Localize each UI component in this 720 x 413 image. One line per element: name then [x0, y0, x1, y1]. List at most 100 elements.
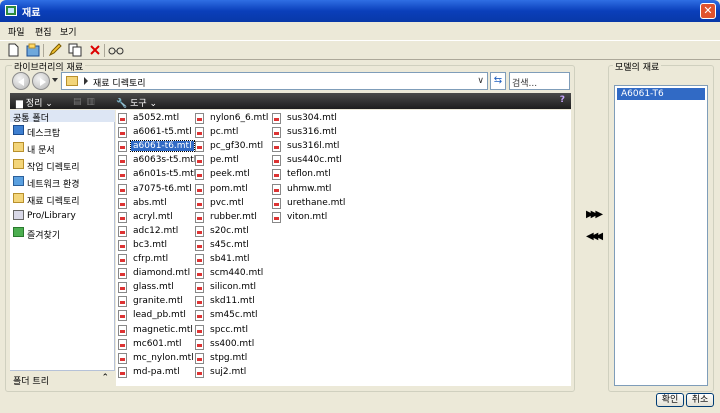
toolbar-separator: [104, 44, 105, 57]
organize-menu[interactable]: ▆ 정리 ⌄: [16, 96, 53, 109]
forward-button[interactable]: [32, 72, 50, 90]
file-name: a6061-t5.mtl: [133, 127, 192, 138]
file-name: lead_pb.mtl: [133, 310, 186, 321]
chevron-down-icon[interactable]: ∨: [477, 76, 484, 86]
menu-edit[interactable]: 편집: [35, 25, 52, 38]
side-item-label: 데스크탑: [27, 129, 61, 139]
file-name: pom.mtl: [210, 183, 248, 194]
mtl-file-icon: [118, 296, 127, 308]
side-item-label: Pro/Library: [27, 211, 76, 221]
file-name: mc601.mtl: [133, 338, 182, 349]
file-name: pc_gf30.mtl: [210, 141, 264, 152]
file-name: s20c.mtl: [210, 225, 249, 236]
breadcrumb-arrow-icon[interactable]: [84, 77, 88, 85]
file-name: glass.mtl: [133, 282, 174, 293]
file-name: abs.mtl: [133, 197, 167, 208]
file-name: stpg.mtl: [210, 352, 248, 363]
command-bar: ▆ 정리 ⌄ ▤ ▥ 🔧 도구 ⌄ ?: [10, 93, 571, 109]
add-to-model-button[interactable]: ▶▶▶: [584, 209, 603, 221]
mtl-file-icon: [272, 113, 281, 124]
mtl-file-icon: [195, 310, 204, 322]
mtl-file-icon: [195, 183, 204, 195]
close-button[interactable]: ✕: [700, 3, 716, 19]
file-name: urethane.mtl: [287, 197, 346, 208]
file-name: teflon.mtl: [287, 169, 331, 180]
glasses-icon[interactable]: [108, 43, 124, 57]
ok-button[interactable]: 확인: [656, 393, 684, 407]
remove-from-model-button[interactable]: ◀◀◀: [584, 231, 603, 243]
address-bar[interactable]: 재료 디렉토리 ∨: [61, 72, 488, 90]
side-item-label: 네트워크 환경: [27, 180, 80, 190]
new-icon[interactable]: [6, 43, 20, 57]
copy-icon[interactable]: [68, 43, 82, 57]
menu-file[interactable]: 파일: [8, 25, 25, 38]
mtl-file-icon: [118, 197, 127, 209]
mtl-file-icon: [118, 310, 127, 322]
folder-tree-toggle[interactable]: 폴더 트리 ⌃: [10, 370, 115, 387]
mtl-file-icon: [118, 225, 127, 237]
common-folders-header: 공통 폴더: [10, 110, 115, 124]
history-dropdown-icon[interactable]: [52, 78, 58, 82]
chevron-up-icon[interactable]: ⌃: [101, 373, 109, 383]
model-materials-list[interactable]: A6061-T6: [614, 85, 708, 386]
file-name: spcc.mtl: [210, 324, 248, 335]
file-name: bc3.mtl: [133, 239, 168, 250]
mtl-file-icon: [118, 268, 127, 280]
mtl-file-icon: [118, 155, 127, 167]
file-name: a6n01s-t5.mtl: [133, 169, 197, 180]
help-icon[interactable]: ?: [560, 95, 565, 105]
window-title: 재료: [22, 8, 41, 19]
mtl-file-icon: [118, 239, 127, 251]
views-button[interactable]: ▤ ▥: [73, 97, 96, 107]
library-icon: [13, 210, 24, 220]
mtl-file-icon: [118, 113, 127, 124]
menu-view[interactable]: 보기: [60, 25, 77, 38]
file-name: md-pa.mtl: [133, 366, 180, 377]
mtl-file-icon: [118, 183, 127, 195]
mtl-file-icon: [118, 127, 127, 139]
file-name: a6063s-t5.mtl: [133, 155, 197, 166]
file-name: peek.mtl: [210, 169, 250, 180]
refresh-button[interactable]: ⇆: [490, 72, 506, 90]
back-button[interactable]: [12, 72, 30, 90]
mtl-file-icon: [195, 352, 204, 364]
tools-menu[interactable]: 🔧 도구 ⌄: [116, 96, 157, 109]
side-item-label: 즐겨찾기: [27, 231, 61, 241]
model-groupbox-title: 모델의 재료: [613, 60, 662, 73]
mtl-file-icon: [272, 141, 281, 153]
file-name: s45c.mtl: [210, 239, 249, 250]
mtl-file-icon: [272, 211, 281, 223]
file-name: viton.mtl: [287, 211, 328, 222]
edit-icon[interactable]: [48, 43, 62, 57]
list-item[interactable]: A6061-T6: [617, 88, 705, 100]
file-name: pc.mtl: [210, 127, 239, 138]
file-name: granite.mtl: [133, 296, 183, 307]
mtl-file-icon: [118, 338, 127, 350]
mtl-file-icon: [195, 296, 204, 308]
file-name: suj2.mtl: [210, 366, 247, 377]
mtl-file-icon: [272, 197, 281, 209]
mtl-file-icon: [118, 282, 127, 294]
toolbar-separator: [43, 44, 44, 57]
file-name: ss400.mtl: [210, 338, 255, 349]
side-item-label: 재료 디렉토리: [27, 197, 80, 207]
file-name: sus316.mtl: [287, 127, 337, 138]
mtl-file-icon: [118, 254, 127, 265]
file-name: a7075-t6.mtl: [133, 183, 192, 194]
mtl-file-icon: [195, 141, 204, 153]
app-icon: [5, 5, 17, 16]
menu-bar: 파일 편집 보기: [0, 22, 720, 40]
file-name: acryl.mtl: [133, 211, 173, 222]
mtl-file-icon: [195, 239, 204, 251]
file-name: pe.mtl: [210, 155, 239, 166]
search-input[interactable]: 검색...: [509, 72, 570, 90]
documents-icon: [13, 142, 24, 152]
open-icon[interactable]: [26, 43, 40, 57]
file-name: a6061-t6.mtl: [130, 140, 195, 153]
delete-icon[interactable]: [88, 43, 102, 57]
file-name: pvc.mtl: [210, 197, 244, 208]
cancel-button[interactable]: 취소: [686, 393, 714, 407]
file-name: nylon6_6.mtl: [210, 113, 269, 123]
file-name: scm440.mtl: [210, 268, 264, 279]
mtl-file-icon: [195, 211, 204, 223]
